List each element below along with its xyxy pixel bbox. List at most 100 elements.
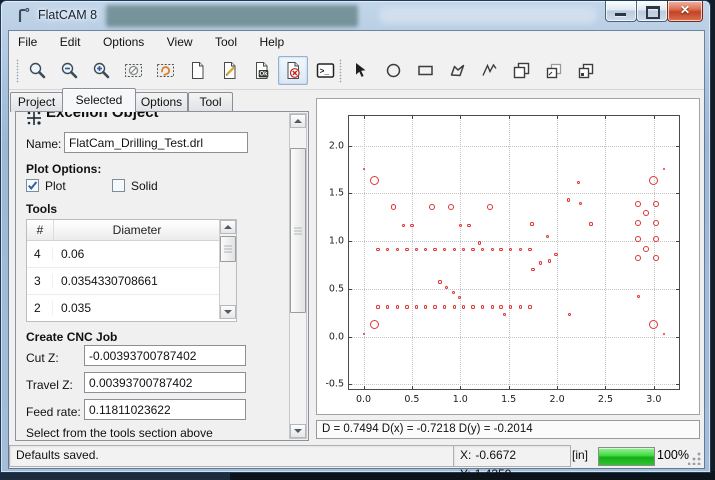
drill-hole bbox=[459, 224, 462, 227]
minimize-icon bbox=[615, 13, 626, 16]
gridline bbox=[349, 146, 679, 147]
plot-checkbox-label[interactable]: Plot bbox=[45, 179, 66, 193]
toolbar-drag-handle[interactable] bbox=[339, 59, 342, 83]
toolbar-drag-handle[interactable] bbox=[16, 59, 19, 83]
solid-checkbox-label[interactable]: Solid bbox=[131, 179, 158, 193]
cut-z-input[interactable] bbox=[84, 345, 246, 366]
table-scrollbar[interactable] bbox=[219, 220, 236, 319]
feed-rate-input[interactable] bbox=[84, 399, 246, 420]
plot-options-label: Plot Options: bbox=[26, 162, 101, 176]
draw-polygon-button[interactable] bbox=[442, 56, 472, 85]
gridline bbox=[349, 193, 679, 194]
zoom-in-button[interactable] bbox=[86, 56, 116, 85]
tools-hint-text: Select from the tools section above bbox=[26, 426, 213, 440]
menu-file[interactable]: File bbox=[9, 31, 46, 53]
arrow-down-icon bbox=[224, 310, 232, 314]
drill-hole bbox=[467, 224, 470, 227]
drill-hole bbox=[577, 181, 580, 184]
drill-hole bbox=[653, 201, 659, 207]
drill-hole bbox=[503, 313, 506, 316]
ok-file-button[interactable]: Ok bbox=[246, 56, 276, 85]
table-row[interactable]: 2 0.035 bbox=[27, 295, 236, 322]
scroll-down-button[interactable] bbox=[290, 424, 306, 438]
drill-hole bbox=[433, 305, 436, 308]
copy-object-button[interactable] bbox=[538, 56, 568, 85]
drill-hole bbox=[589, 222, 592, 225]
scroll-up-button[interactable] bbox=[220, 220, 236, 234]
scrollbar-thumb[interactable] bbox=[220, 236, 236, 262]
new-file-button[interactable] bbox=[182, 56, 212, 85]
solid-checkbox[interactable] bbox=[112, 179, 125, 192]
menu-tool[interactable]: Tool bbox=[206, 31, 246, 53]
drill-hole bbox=[376, 305, 379, 308]
zoom-out-button[interactable] bbox=[54, 56, 84, 85]
scroll-up-button[interactable] bbox=[290, 114, 306, 128]
menu-help[interactable]: Help bbox=[250, 31, 293, 53]
arrow-up-icon bbox=[294, 119, 302, 123]
tick-mark bbox=[509, 386, 510, 389]
x-tick-label: 1.5 bbox=[501, 394, 516, 405]
plot-checkbox[interactable] bbox=[26, 179, 39, 192]
travel-z-input[interactable] bbox=[84, 372, 246, 393]
tab-project[interactable]: Project bbox=[10, 92, 63, 112]
progress-bar bbox=[598, 447, 655, 466]
drill-hole bbox=[396, 305, 399, 308]
tab-selected[interactable]: Selected bbox=[62, 88, 136, 112]
zoom-in-icon bbox=[92, 61, 111, 80]
draw-rectangle-button[interactable] bbox=[410, 56, 440, 85]
menu-view[interactable]: View bbox=[158, 31, 202, 53]
background-window-ghost bbox=[379, 7, 597, 24]
resize-grip[interactable] bbox=[688, 452, 701, 465]
draw-circle-button[interactable] bbox=[378, 56, 408, 85]
tick-mark bbox=[460, 386, 461, 389]
tool-diameter: 0.06 bbox=[53, 247, 236, 261]
panel-scrollbar[interactable] bbox=[289, 113, 307, 439]
menu-edit[interactable]: Edit bbox=[51, 31, 90, 53]
name-input[interactable] bbox=[64, 132, 248, 153]
titlebar[interactable]: FlatCAM 8 ✕ bbox=[1, 1, 710, 31]
scrollbar-thumb[interactable] bbox=[290, 148, 306, 313]
clear-plot-button[interactable] bbox=[118, 56, 148, 85]
drill-hole bbox=[528, 248, 531, 251]
panel-title: Excellon Object bbox=[46, 111, 159, 121]
svg-text:Ok: Ok bbox=[259, 72, 268, 78]
maximize-button[interactable] bbox=[636, 1, 668, 22]
shell-button[interactable]: >_ bbox=[310, 56, 340, 85]
tick-mark bbox=[676, 384, 679, 385]
menu-options[interactable]: Options bbox=[94, 31, 153, 53]
drill-hole bbox=[499, 305, 502, 308]
copy-geometry-button[interactable] bbox=[570, 56, 600, 85]
replot-button[interactable] bbox=[150, 56, 180, 85]
zoom-fit-icon bbox=[28, 61, 47, 80]
travel-z-label: Travel Z: bbox=[26, 378, 73, 392]
x-tick-label: 3.0 bbox=[646, 394, 661, 405]
drill-hole bbox=[554, 253, 557, 256]
tick-mark bbox=[349, 146, 352, 147]
svg-text:>_: >_ bbox=[319, 68, 329, 77]
tab-options[interactable]: Options bbox=[135, 92, 188, 112]
tick-mark bbox=[364, 386, 365, 389]
drill-hole bbox=[396, 248, 399, 251]
maximize-icon bbox=[646, 6, 660, 19]
scroll-down-button[interactable] bbox=[220, 305, 236, 319]
close-button[interactable]: ✕ bbox=[667, 1, 703, 22]
drill-hole bbox=[637, 295, 640, 298]
statusbar: Defaults saved. X:-0.6672 Y:1.4359 [in] … bbox=[9, 443, 704, 468]
drill-hole bbox=[376, 248, 379, 251]
tick-mark bbox=[349, 289, 352, 290]
tab-tool[interactable]: Tool bbox=[188, 92, 233, 112]
edit-file-button[interactable] bbox=[214, 56, 244, 85]
zoom-fit-button[interactable] bbox=[22, 56, 52, 85]
table-row[interactable]: 4 0.06 bbox=[27, 241, 236, 268]
delete-object-button[interactable] bbox=[278, 56, 308, 85]
select-tool-button[interactable] bbox=[346, 56, 376, 85]
table-row[interactable]: 3 0.0354330708661 bbox=[27, 268, 236, 295]
plot-axes[interactable] bbox=[348, 115, 680, 390]
drill-hole bbox=[405, 248, 408, 251]
draw-polyline-button[interactable] bbox=[474, 56, 504, 85]
feed-rate-label: Feed rate: bbox=[26, 405, 81, 419]
thumb-grip bbox=[224, 246, 232, 253]
minimize-button[interactable] bbox=[605, 1, 637, 22]
copy-button[interactable] bbox=[506, 56, 536, 85]
copy-geometry-icon bbox=[576, 61, 595, 80]
